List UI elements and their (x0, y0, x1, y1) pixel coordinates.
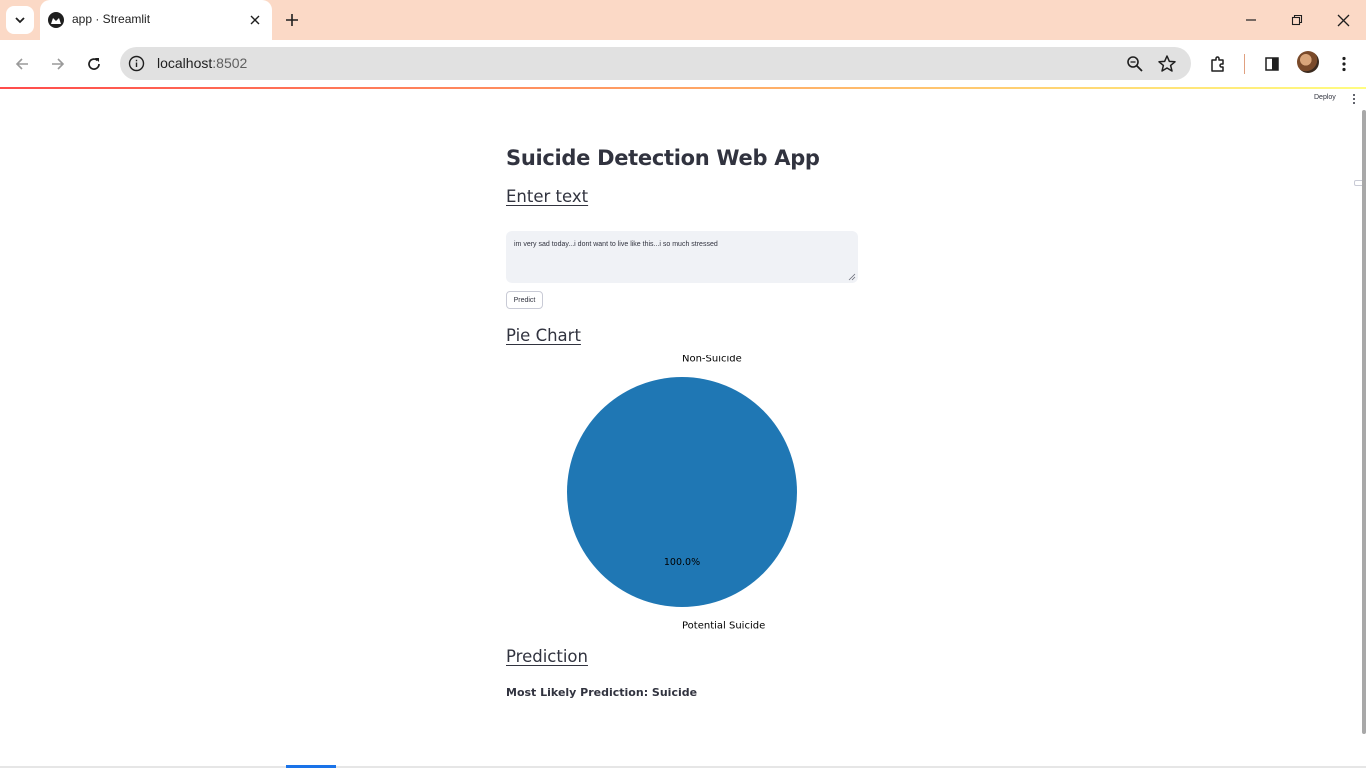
browser-tab-active[interactable]: app · Streamlit (40, 0, 272, 40)
pie-slice-label: Potential Suicide (682, 621, 765, 631)
deploy-button[interactable]: Deploy (1314, 94, 1336, 101)
page-scrollbar[interactable] (1362, 110, 1366, 734)
predict-button[interactable]: Predict (506, 291, 543, 309)
streamlit-main-menu-icon[interactable] (1350, 93, 1358, 105)
prediction-result: Most Likely Prediction: Suicide (506, 686, 698, 699)
prediction-heading: Prediction (506, 647, 588, 666)
pie-slice-label: Non-Suicide (682, 355, 742, 365)
chevron-down-icon (15, 17, 25, 24)
text-input-area[interactable] (506, 231, 858, 283)
url-port: :8502 (212, 55, 248, 71)
toolbar-divider (1244, 54, 1245, 74)
profile-avatar[interactable] (1297, 51, 1319, 73)
text-input[interactable] (506, 231, 858, 283)
browser-toolbar: localhost:8502 (0, 40, 1366, 87)
pie-chart: Non-Suicide0.0%Potential Suicide100.0% (567, 355, 797, 631)
restore-icon[interactable] (1285, 8, 1309, 32)
streamlit-header (0, 89, 1366, 109)
back-arrow-icon[interactable] (10, 52, 34, 76)
extensions-puzzle-icon[interactable] (1206, 52, 1230, 76)
url-text: localhost:8502 (157, 55, 247, 71)
site-info-icon[interactable] (128, 55, 145, 72)
zoom-icon[interactable] (1125, 54, 1145, 74)
close-window-icon[interactable] (1331, 8, 1355, 32)
resize-grip-icon[interactable] (848, 273, 856, 281)
forward-arrow-icon[interactable] (46, 52, 70, 76)
pie-percent-label: 100.0% (664, 557, 700, 568)
tab-title: app · Streamlit (72, 12, 151, 26)
pie-chart-heading: Pie Chart (506, 326, 581, 345)
enter-text-heading: Enter text (506, 187, 589, 206)
address-bar[interactable]: localhost:8502 (120, 47, 1191, 80)
url-host: localhost (157, 55, 213, 71)
browser-tab-strip: app · Streamlit (0, 0, 1366, 40)
close-tab-icon[interactable] (246, 11, 264, 29)
page-title: Suicide Detection Web App (506, 146, 820, 170)
side-panel-icon[interactable] (1260, 52, 1284, 76)
bookmark-star-icon[interactable] (1157, 54, 1177, 74)
tab-search-button[interactable] (6, 6, 34, 34)
reload-icon[interactable] (82, 52, 106, 76)
minimize-icon[interactable] (1239, 8, 1263, 32)
browser-menu-kebab-icon[interactable] (1332, 52, 1356, 76)
streamlit-favicon-icon (48, 12, 64, 28)
new-tab-plus-icon[interactable] (282, 10, 302, 30)
pie-slice (567, 377, 797, 607)
